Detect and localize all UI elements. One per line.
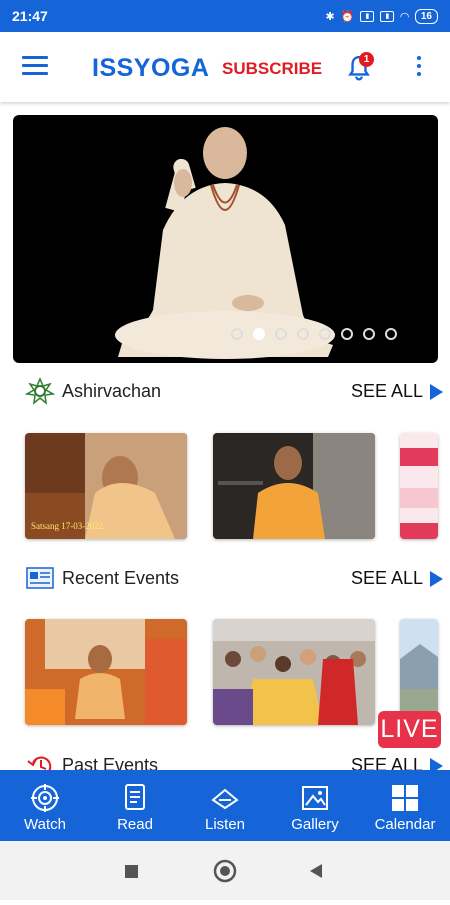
watch-icon xyxy=(31,784,59,812)
alarm-icon: ⏰ xyxy=(340,10,355,23)
signal-icon-2: ▮ xyxy=(380,10,395,22)
menu-icon[interactable] xyxy=(22,56,48,76)
system-nav-buttons xyxy=(125,859,322,883)
status-time: 21:47 xyxy=(12,8,48,24)
lotus-icon xyxy=(25,377,55,405)
back-icon[interactable] xyxy=(310,864,322,878)
thumbnail xyxy=(213,619,375,725)
hero-image xyxy=(115,127,335,359)
thumbnail xyxy=(400,433,438,539)
brand-title: ISSYOGA xyxy=(92,54,210,82)
thumbnail: Satsang 17-03-2022 xyxy=(25,433,187,539)
subscribe-button[interactable]: SUBSCRIBE xyxy=(222,59,322,79)
carousel-indicator[interactable] xyxy=(231,328,397,340)
recents-icon[interactable] xyxy=(125,865,138,878)
hero-carousel[interactable] xyxy=(13,115,438,363)
section-title: Ashirvachan xyxy=(62,381,162,401)
see-all-button[interactable]: SEE ALL xyxy=(351,568,423,589)
app-bar: ISSYOGA SUBSCRIBE 1 xyxy=(0,32,450,102)
read-icon xyxy=(125,784,145,810)
nav-item-read[interactable]: Read xyxy=(90,770,180,841)
system-navigation-bar xyxy=(0,841,450,900)
play-arrow-icon[interactable] xyxy=(430,384,443,400)
live-button[interactable]: LIVE xyxy=(378,711,441,748)
bottom-navigation: Watch Read Listen Gallery Calendar xyxy=(0,770,450,841)
status-bar: 21:47 ✱ ⏰ ▮ ▮ ◠ 16 xyxy=(0,0,450,32)
status-icons: ✱ ⏰ ▮ ▮ ◠ 16 xyxy=(325,8,438,24)
carousel-dot[interactable] xyxy=(253,328,265,340)
listen-icon xyxy=(211,788,239,810)
carousel-dot[interactable] xyxy=(319,328,331,340)
video-card-ashirvachan-1[interactable]: Satsang 17-03-2022 xyxy=(25,433,187,539)
nav-label: Watch xyxy=(24,816,66,833)
thumbnail xyxy=(400,619,438,725)
nav-label: Calendar xyxy=(374,816,436,833)
section-header-recent-events: Recent Events SEE ALL xyxy=(0,562,450,594)
nav-label: Read xyxy=(117,816,153,833)
video-card-ashirvachan-2[interactable] xyxy=(213,433,375,539)
event-card-recent-3[interactable] xyxy=(400,619,438,725)
see-all-button[interactable]: SEE ALL xyxy=(351,381,423,402)
nav-label: Gallery xyxy=(291,816,339,833)
thumbnail-caption: Satsang 17-03-2022 xyxy=(31,521,103,531)
carousel-dot[interactable] xyxy=(341,328,353,340)
carousel-dot[interactable] xyxy=(297,328,309,340)
section-title: Recent Events xyxy=(62,568,180,588)
battery-icon: 16 xyxy=(414,8,438,24)
carousel-dot[interactable] xyxy=(231,328,243,340)
event-card-recent-2[interactable] xyxy=(213,619,375,725)
thumbnail xyxy=(213,433,375,539)
carousel-dot[interactable] xyxy=(385,328,397,340)
event-card-recent-1[interactable] xyxy=(25,619,187,725)
wifi-icon: ◠ xyxy=(400,10,409,23)
signal-icon: ▮ xyxy=(360,10,375,22)
newspaper-icon xyxy=(26,567,54,589)
nav-item-listen[interactable]: Listen xyxy=(180,770,270,841)
bluetooth-icon: ✱ xyxy=(325,10,335,23)
play-arrow-icon[interactable] xyxy=(430,571,443,587)
overflow-menu-icon[interactable] xyxy=(417,56,423,80)
nav-label: Listen xyxy=(204,816,246,833)
carousel-dot[interactable] xyxy=(275,328,287,340)
gallery-icon xyxy=(302,786,328,810)
nav-item-calendar[interactable]: Calendar xyxy=(360,770,450,841)
section-header-ashirvachan: Ashirvachan SEE ALL xyxy=(0,375,450,407)
nav-item-watch[interactable]: Watch xyxy=(0,770,90,841)
video-card-ashirvachan-3[interactable] xyxy=(400,433,438,539)
calendar-icon xyxy=(392,785,418,811)
carousel-dot[interactable] xyxy=(363,328,375,340)
notification-badge: 1 xyxy=(359,52,374,67)
nav-item-gallery[interactable]: Gallery xyxy=(270,770,360,841)
thumbnail xyxy=(25,619,187,725)
